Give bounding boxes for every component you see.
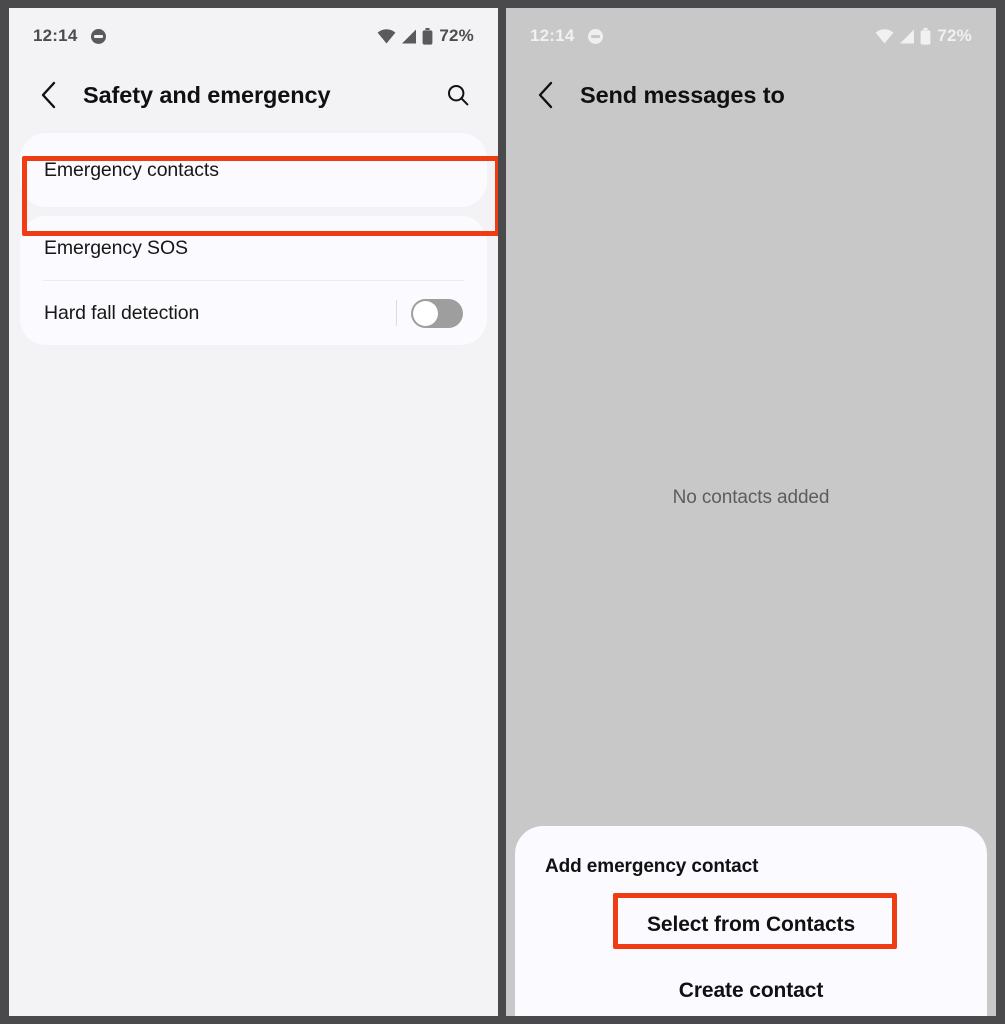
status-bar-right-group: 72% bbox=[377, 26, 474, 46]
battery-icon bbox=[422, 27, 433, 45]
do-not-disturb-icon bbox=[588, 28, 604, 44]
back-chevron-icon[interactable] bbox=[528, 78, 562, 112]
sidebar-item-hard-fall-detection[interactable]: Hard fall detection bbox=[20, 281, 487, 345]
cellular-signal-icon bbox=[401, 29, 417, 44]
cellular-signal-icon bbox=[899, 29, 915, 44]
app-bar-left: Safety and emergency bbox=[9, 64, 498, 126]
sidebar-item-emergency-contacts[interactable]: Emergency contacts bbox=[20, 133, 487, 207]
status-bar-left-group: 12:14 bbox=[33, 26, 107, 46]
settings-list: Emergency contacts Emergency SOS Hard fa… bbox=[9, 133, 498, 355]
hard-fall-detection-toggle[interactable] bbox=[411, 298, 463, 328]
row-label: Emergency SOS bbox=[44, 236, 188, 259]
status-bar-left: 12:14 72% bbox=[9, 8, 498, 64]
back-chevron-icon[interactable] bbox=[31, 78, 65, 112]
page-title: Send messages to bbox=[580, 81, 785, 108]
wifi-icon bbox=[875, 28, 894, 44]
app-bar-right: Send messages to bbox=[506, 64, 996, 126]
toggle-knob bbox=[413, 300, 438, 326]
battery-percent: 72% bbox=[937, 26, 972, 45]
status-bar-right: 12:14 72% bbox=[506, 8, 996, 64]
settings-card-1: Emergency contacts bbox=[20, 133, 487, 207]
toggle-group bbox=[396, 298, 463, 328]
battery-percent: 72% bbox=[439, 26, 474, 45]
search-icon[interactable] bbox=[440, 77, 476, 113]
status-bar-left-group: 12:14 bbox=[530, 26, 604, 46]
status-time: 12:14 bbox=[530, 26, 575, 45]
sidebar-item-emergency-sos[interactable]: Emergency SOS bbox=[20, 216, 487, 280]
battery-icon bbox=[920, 27, 931, 45]
add-emergency-contact-sheet: Add emergency contact Select from Contac… bbox=[515, 826, 987, 1016]
page-title: Safety and emergency bbox=[83, 81, 331, 108]
left-phone-screen: 12:14 72% Safety and emergency Emergency… bbox=[9, 8, 498, 1016]
wifi-icon bbox=[377, 28, 396, 44]
create-contact-button[interactable]: Create contact bbox=[515, 958, 987, 1016]
screenshot-frame: 12:14 72% Safety and emergency Emergency… bbox=[0, 0, 1005, 1024]
settings-card-2: Emergency SOS Hard fall detection bbox=[20, 216, 487, 345]
sheet-title: Add emergency contact bbox=[545, 856, 759, 877]
status-bar-right-group: 72% bbox=[875, 26, 972, 46]
row-label: Emergency contacts bbox=[44, 158, 219, 181]
select-from-contacts-button[interactable]: Select from Contacts bbox=[515, 892, 987, 958]
do-not-disturb-icon bbox=[91, 28, 107, 44]
right-phone-screen: 12:14 72% Send messages to No contacts a… bbox=[506, 8, 996, 1016]
toggle-separator bbox=[396, 300, 397, 326]
row-label: Hard fall detection bbox=[44, 301, 200, 324]
status-time: 12:14 bbox=[33, 26, 78, 45]
